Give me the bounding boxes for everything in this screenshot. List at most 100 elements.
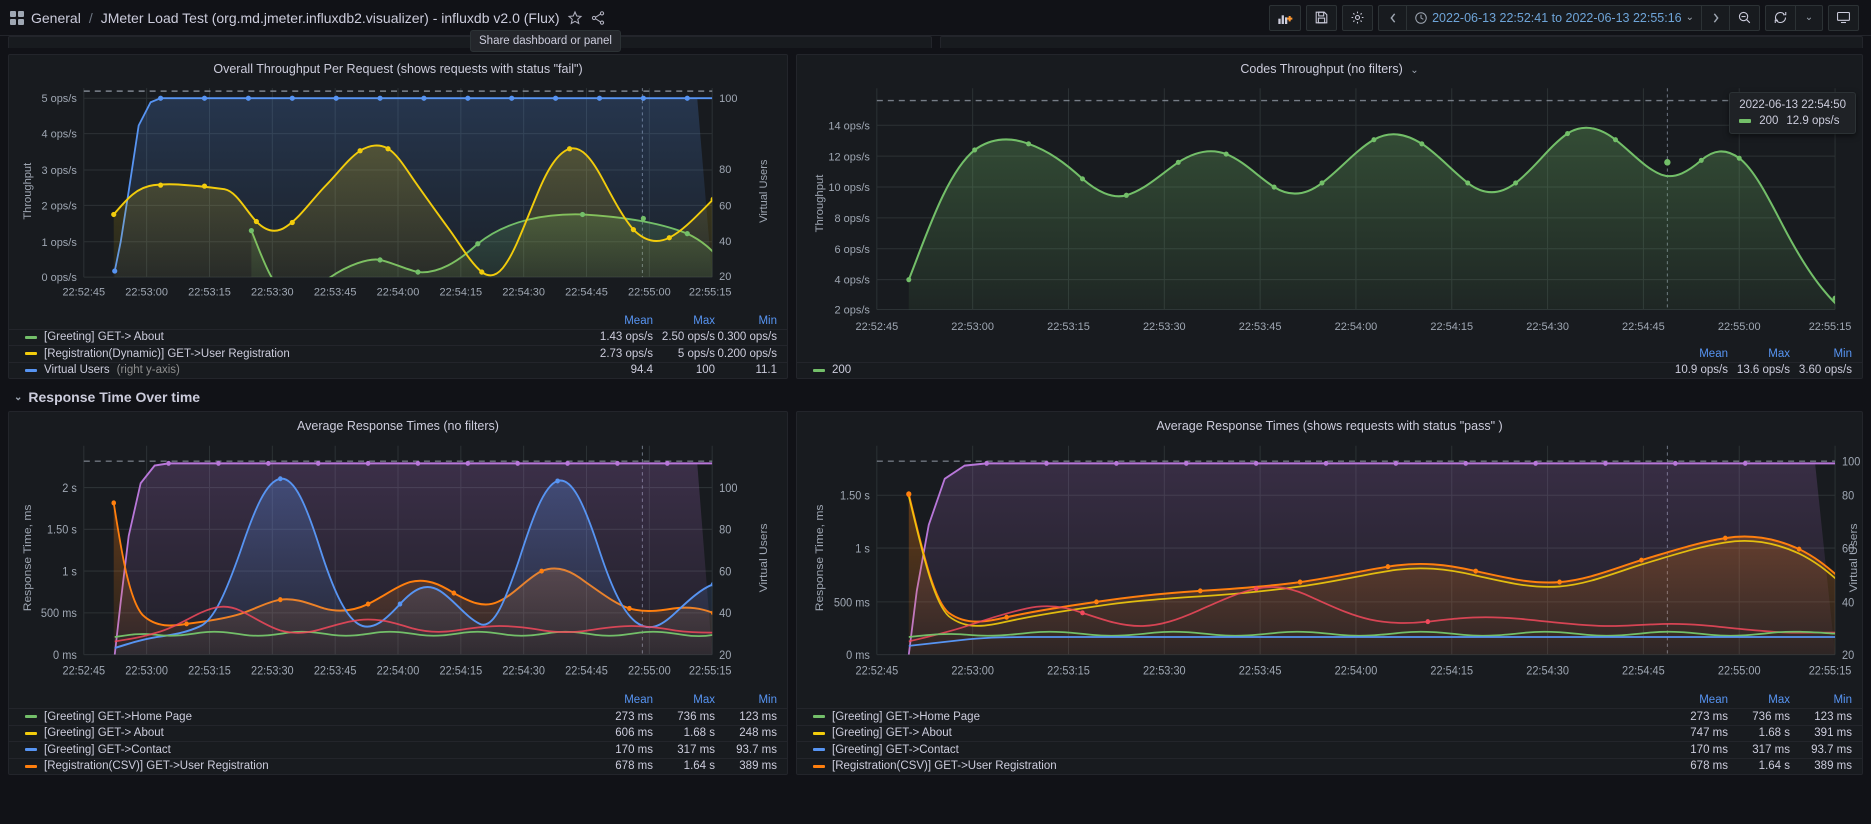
kiosk-mode-button[interactable] — [1828, 4, 1859, 31]
legend-row[interactable]: [Greeting] GET->Home Page 273 ms 736 ms … — [9, 708, 787, 725]
legend-series-label[interactable]: [Greeting] GET->Contact — [832, 744, 959, 756]
grid-icon[interactable] — [10, 10, 24, 25]
legend-series-label[interactable]: [Greeting] GET-> About — [44, 727, 164, 739]
svg-text:20: 20 — [1842, 650, 1854, 663]
legend-color-swatch[interactable] — [813, 368, 825, 372]
svg-text:Virtual Users: Virtual Users — [758, 523, 769, 592]
page-title[interactable]: JMeter Load Test (org.md.jmeter.influxdb… — [101, 10, 560, 26]
panel-graph[interactable]: 0 ms 500 ms 1 s 1.50 s Response Time, ms 2… — [797, 437, 1862, 692]
chevron-down-icon[interactable]: ⌄ — [1410, 65, 1418, 76]
legend-col-min[interactable]: Min — [715, 315, 777, 327]
legend-series-label[interactable]: [Greeting] GET->Home Page — [832, 711, 980, 723]
panel-graph[interactable]: 0 ms 500 ms 1 s 1.50 s 2 s Response Time, m… — [9, 437, 787, 692]
legend-color-swatch[interactable] — [813, 715, 825, 719]
legend-row[interactable]: 200 10.9 ops/s 13.6 ops/s 3.60 ops/s — [797, 361, 1862, 379]
legend-max-value: 1.64 s — [1758, 760, 1790, 773]
svg-text:22:52:45: 22:52:45 — [62, 286, 105, 298]
panel-title[interactable]: Codes Throughput (no filters) ⌄ — [797, 55, 1862, 80]
legend-color-swatch[interactable] — [25, 335, 37, 339]
legend-series-label[interactable]: Virtual Users — [44, 364, 110, 376]
legend-col-min[interactable]: Min — [1790, 694, 1852, 706]
svg-text:22:54:15: 22:54:15 — [1430, 665, 1473, 678]
breadcrumb-folder[interactable]: General — [31, 10, 81, 26]
legend-col-min[interactable]: Min — [1790, 348, 1852, 360]
panel-graph[interactable]: 2 ops/s 4 ops/s 6 ops/s 8 ops/s 10 ops/s 12 … — [797, 80, 1862, 346]
legend-row[interactable]: [Greeting] GET->Contact 170 ms 317 ms 93… — [797, 741, 1862, 758]
panel-graph[interactable]: 0 ops/s 1 ops/s 2 ops/s 3 ops/s 4 ops/s 5 op… — [9, 80, 787, 313]
legend-row[interactable]: [Greeting] GET-> About 1.43 ops/s 2.50 o… — [9, 328, 787, 346]
legend-row[interactable]: [Greeting] GET->Home Page 273 ms 736 ms … — [797, 708, 1862, 725]
legend-row[interactable]: [Greeting] GET-> About 606 ms 1.68 s 248… — [9, 724, 787, 742]
legend-series-label[interactable]: [Registration(Dynamic)] GET->User Regist… — [44, 348, 290, 360]
caret-down-icon[interactable]: ⌄ — [14, 392, 22, 403]
panel-title-text: Codes Throughput (no filters) — [1240, 62, 1403, 76]
legend-row[interactable]: [Registration(Dynamic)] GET->User Regist… — [9, 345, 787, 362]
legend-series-label[interactable]: [Greeting] GET->Home Page — [44, 711, 192, 723]
legend-color-swatch[interactable] — [25, 715, 37, 719]
legend-col-min[interactable]: Min — [715, 694, 777, 706]
legend-row[interactable]: [Greeting] GET->Contact 170 ms 317 ms 93… — [9, 741, 787, 758]
svg-text:22:53:15: 22:53:15 — [1047, 321, 1090, 333]
panel-overall-throughput: Overall Throughput Per Request (shows re… — [8, 54, 788, 379]
share-tooltip: Share dashboard or panel — [470, 30, 621, 52]
svg-text:60: 60 — [719, 566, 731, 579]
panel-title[interactable]: Average Response Times (shows requests w… — [797, 412, 1862, 437]
svg-text:20: 20 — [719, 271, 731, 283]
legend-series-label[interactable]: 200 — [832, 364, 851, 376]
legend-col-max[interactable]: Max — [1728, 348, 1790, 360]
legend-color-swatch[interactable] — [25, 764, 37, 768]
svg-text:40: 40 — [719, 608, 731, 621]
zoom-out-icon — [1738, 11, 1751, 24]
share-icon[interactable] — [590, 10, 606, 26]
dashboard-settings-button[interactable] — [1342, 4, 1374, 31]
svg-text:22:52:45: 22:52:45 — [856, 665, 899, 678]
legend-series-label[interactable]: [Greeting] GET-> About — [832, 727, 952, 739]
svg-text:22:55:00: 22:55:00 — [1718, 321, 1761, 333]
time-shift-back-button[interactable] — [1378, 4, 1407, 31]
legend-col-mean[interactable]: Mean — [1666, 694, 1728, 706]
time-shift-forward-button[interactable] — [1701, 4, 1729, 31]
svg-text:1 s: 1 s — [62, 566, 77, 579]
legend-series-label[interactable]: [Registration(CSV)] GET->User Registrati… — [832, 760, 1057, 772]
legend-col-mean[interactable]: Mean — [591, 694, 653, 706]
legend-color-swatch[interactable] — [25, 731, 37, 735]
add-panel-button[interactable] — [1269, 4, 1302, 31]
svg-text:22:53:00: 22:53:00 — [125, 286, 168, 298]
legend-row[interactable]: [Registration(CSV)] GET->User Registrati… — [9, 757, 787, 775]
svg-text:Throughput: Throughput — [814, 174, 826, 233]
legend-mean-value: 1.43 ops/s — [599, 331, 653, 344]
legend-row[interactable]: [Registration(CSV)] GET->User Registrati… — [797, 757, 1862, 775]
svg-text:22:53:45: 22:53:45 — [1239, 321, 1282, 333]
legend-col-max[interactable]: Max — [653, 694, 715, 706]
refresh-interval-dropdown[interactable]: ⌄ — [1795, 4, 1823, 31]
legend-col-mean[interactable]: Mean — [1666, 348, 1728, 360]
panel-title[interactable]: Average Response Times (no filters) — [9, 412, 787, 437]
legend-min-value: 389 ms — [739, 760, 777, 773]
legend-row[interactable]: Virtual Users (right y-axis) 94.4 100 11… — [9, 361, 787, 379]
legend-col-max[interactable]: Max — [653, 315, 715, 327]
legend-color-swatch[interactable] — [813, 731, 825, 735]
legend-series-label[interactable]: [Greeting] GET->Contact — [44, 744, 171, 756]
refresh-icon — [1774, 11, 1787, 24]
legend-color-swatch[interactable] — [25, 748, 37, 752]
star-icon[interactable] — [567, 10, 583, 26]
time-range-picker[interactable]: 2022-06-13 22:52:41 to 2022-06-13 22:55:… — [1406, 4, 1701, 31]
legend-col-max[interactable]: Max — [1728, 694, 1790, 706]
legend-series-label[interactable]: [Greeting] GET-> About — [44, 331, 164, 343]
svg-text:22:53:15: 22:53:15 — [1047, 665, 1090, 678]
refresh-button[interactable] — [1765, 4, 1795, 31]
svg-text:80: 80 — [719, 524, 731, 537]
save-dashboard-button[interactable] — [1306, 4, 1338, 31]
legend-row[interactable]: [Greeting] GET-> About 747 ms 1.68 s 391… — [797, 724, 1862, 742]
row-header-response-time[interactable]: ⌄ Response Time Over time — [8, 379, 1863, 411]
legend-series-label[interactable]: [Registration(CSV)] GET->User Registrati… — [44, 760, 269, 772]
legend-color-swatch[interactable] — [25, 368, 37, 372]
svg-text:12 ops/s: 12 ops/s — [828, 151, 870, 163]
legend-color-swatch[interactable] — [25, 352, 37, 356]
panel-legend: Mean Max Min [Greeting] GET->Home Page 2… — [797, 692, 1862, 774]
zoom-out-button[interactable] — [1729, 4, 1760, 31]
panel-title[interactable]: Overall Throughput Per Request (shows re… — [9, 55, 787, 80]
legend-color-swatch[interactable] — [813, 764, 825, 768]
legend-color-swatch[interactable] — [813, 748, 825, 752]
legend-col-mean[interactable]: Mean — [591, 315, 653, 327]
